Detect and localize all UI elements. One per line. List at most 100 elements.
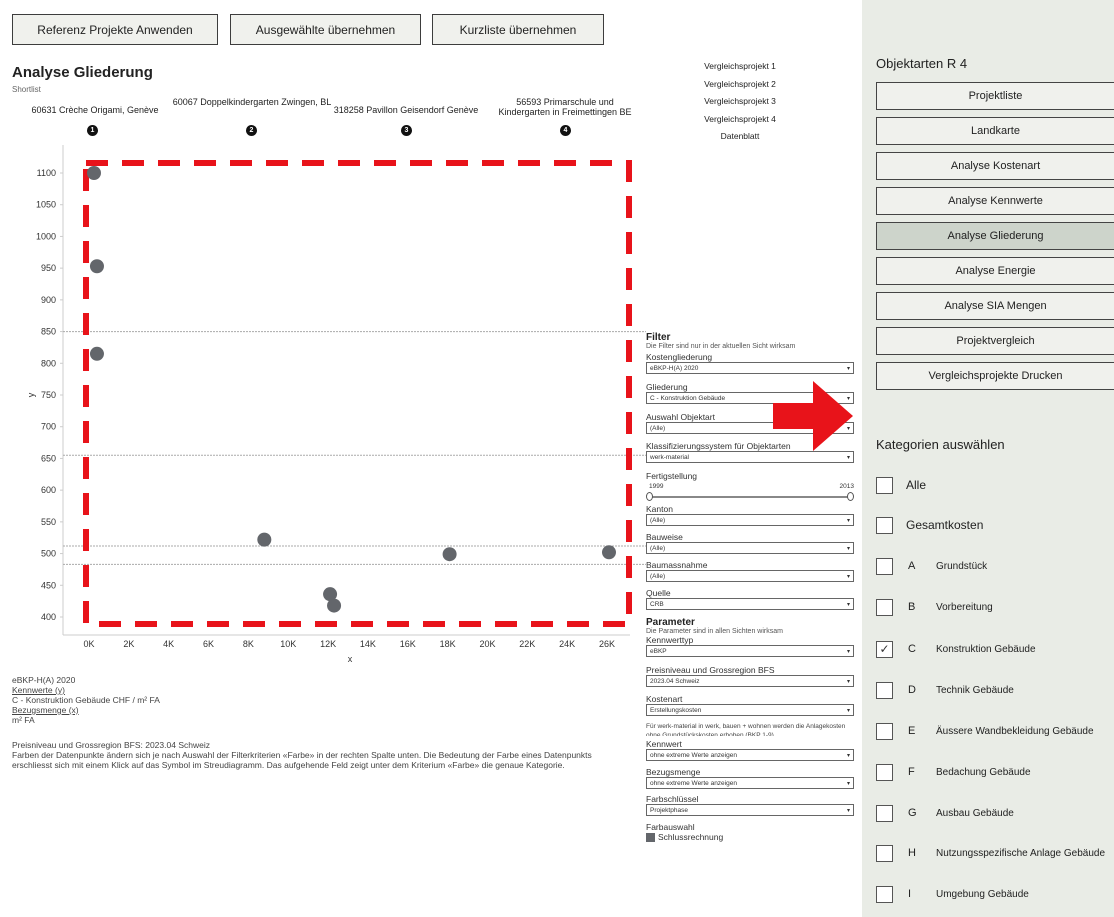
farbschluessel-select[interactable]: Projektphase ▾	[646, 804, 854, 816]
slider-handle-max[interactable]	[847, 492, 854, 501]
checkbox-gesamtkosten[interactable]	[876, 516, 893, 534]
analyse-gliederung-button[interactable]: Analyse Gliederung	[876, 222, 1114, 250]
kennwert-value: ohne extreme Werte anzeigen	[650, 751, 737, 759]
preisniveau-select[interactable]: 2023.04 Schweiz ▾	[646, 675, 854, 687]
analyse-energie-button[interactable]: Analyse Energie	[876, 257, 1114, 285]
quelle-label: Quelle	[646, 588, 671, 598]
kostengliederung-select[interactable]: eBKP-H(A) 2020 ▾	[646, 362, 854, 374]
checkbox-e[interactable]	[876, 722, 893, 740]
preisniveau-label: Preisniveau und Grossregion BFS	[646, 665, 775, 675]
y-tick-label: 650	[41, 453, 56, 463]
y-tick-label: 800	[41, 358, 56, 368]
checkbox-i[interactable]	[876, 885, 893, 903]
bauweise-select[interactable]: (Alle) ▾	[646, 542, 854, 554]
y-tick-label: 450	[41, 580, 56, 590]
category-e[interactable]: E Äussere Wandbekleidung Gebäude	[876, 721, 1106, 741]
category-d[interactable]: D Technik Gebäude	[876, 680, 1106, 700]
chart-info-2: Preisniveau und Grossregion BFS: 2023.04…	[12, 740, 632, 770]
chevron-down-icon: ▾	[846, 573, 850, 580]
slider-handle-min[interactable]	[646, 492, 653, 501]
x-tick-label: 14K	[360, 639, 376, 649]
werk-material-note: Für werk-material in werk, bauen + wohne…	[646, 723, 846, 736]
vergleichsprojekte-drucken-button[interactable]: Vergleichsprojekte Drucken	[876, 362, 1114, 390]
analyse-kennwerte-button[interactable]: Analyse Kennwerte	[876, 187, 1114, 215]
data-point[interactable]	[442, 547, 457, 562]
category-alle[interactable]: Alle	[876, 475, 1106, 495]
kennwerttyp-select[interactable]: eBKP ▾	[646, 645, 854, 657]
checkbox-alle[interactable]	[876, 476, 893, 494]
fertigstellung-max: 2013	[839, 483, 854, 490]
chevron-down-icon: ▾	[846, 454, 850, 461]
analyse-sia-mengen-button[interactable]: Analyse SIA Mengen	[876, 292, 1114, 320]
y-tick-label: 1100	[37, 168, 56, 178]
gliederung-value: C - Konstruktion Gebäude	[650, 394, 726, 402]
farbauswahl-legend-item[interactable]: Schlussrechnung	[646, 832, 854, 842]
info-kennwerte-value: C - Konstruktion Gebäude CHF / m² FA	[12, 695, 160, 705]
data-point[interactable]	[89, 346, 104, 361]
selection-rectangle	[83, 160, 632, 627]
kennwert-select[interactable]: ohne extreme Werte anzeigen ▾	[646, 749, 854, 761]
data-point[interactable]	[327, 598, 342, 613]
filter-title: Filter	[646, 332, 671, 343]
info-bezugsmenge-heading: Bezugsmenge (x)	[12, 705, 79, 715]
quelle-value: CRB	[650, 600, 664, 608]
data-point[interactable]	[601, 545, 616, 560]
baumassnahme-select[interactable]: (Alle) ▾	[646, 570, 854, 582]
y-tick-label: 900	[41, 295, 56, 305]
category-b[interactable]: B Vorbereitung	[876, 597, 1106, 617]
chevron-down-icon: ▾	[846, 601, 850, 608]
category-c-label: Konstruktion Gebäude	[936, 643, 1036, 655]
x-tick-label: 24K	[559, 639, 575, 649]
klassifizierung-select[interactable]: werk-material ▾	[646, 451, 854, 463]
checkbox-c[interactable]: ✓	[876, 640, 893, 658]
kostenart-value: Erstellungskosten	[650, 706, 702, 714]
checkbox-g[interactable]	[876, 804, 893, 822]
category-a[interactable]: A Grundstück	[876, 556, 1106, 576]
x-tick-label: 2K	[123, 639, 134, 649]
checkbox-f[interactable]	[876, 763, 893, 781]
category-c[interactable]: ✓ C Konstruktion Gebäude	[876, 639, 1106, 659]
y-tick-label: 600	[41, 485, 56, 495]
category-g[interactable]: G Ausbau Gebäude	[876, 803, 1106, 823]
checkbox-a[interactable]	[876, 557, 893, 575]
quelle-select[interactable]: CRB ▾	[646, 598, 854, 610]
sidebar: Objektarten R 4 Projektliste Landkarte A…	[862, 0, 1114, 917]
info-bezugsmenge-value: m² FA	[12, 715, 35, 725]
chevron-down-icon: ▾	[846, 752, 850, 759]
checkbox-b[interactable]	[876, 598, 893, 616]
chevron-down-icon: ▾	[846, 545, 850, 552]
y-tick-label: 500	[41, 549, 56, 559]
x-tick-label: 6K	[203, 639, 214, 649]
bauweise-label: Bauweise	[646, 532, 683, 542]
x-tick-label: 22K	[519, 639, 535, 649]
kanton-select[interactable]: (Alle) ▾	[646, 514, 854, 526]
analyse-kostenart-button[interactable]: Analyse Kostenart	[876, 152, 1114, 180]
category-gesamtkosten[interactable]: Gesamtkosten	[876, 515, 1106, 535]
parameter-title: Parameter	[646, 617, 695, 628]
y-tick-label: 1050	[36, 200, 56, 210]
checkbox-d[interactable]	[876, 681, 893, 699]
kanton-label: Kanton	[646, 504, 673, 514]
category-f[interactable]: F Bedachung Gebäude	[876, 762, 1106, 782]
fertigstellung-slider[interactable]: 1999 2013	[646, 481, 854, 503]
data-point[interactable]	[86, 166, 101, 180]
kennwerttyp-label: Kennwerttyp	[646, 635, 694, 645]
color-swatch	[646, 832, 655, 842]
category-a-label: Grundstück	[936, 560, 988, 572]
farbauswahl-label: Farbauswahl	[646, 822, 695, 832]
preisniveau-value: 2023.04 Schweiz	[650, 677, 700, 685]
projektliste-button[interactable]: Projektliste	[876, 82, 1114, 110]
category-h[interactable]: H Nutzungsspezifische Anlage Gebäude	[876, 843, 1114, 863]
kostenart-select[interactable]: Erstellungskosten ▾	[646, 704, 854, 716]
x-axis-label: x	[348, 654, 353, 664]
chevron-down-icon: ▾	[846, 517, 850, 524]
projektvergleich-button[interactable]: Projektvergleich	[876, 327, 1114, 355]
category-e-code: E	[908, 725, 916, 737]
data-point[interactable]	[257, 532, 272, 547]
info-kennwerte-heading: Kennwerte (y)	[12, 685, 65, 695]
category-i[interactable]: I Umgebung Gebäude	[876, 884, 1106, 904]
bezugsmenge-select[interactable]: ohne extreme Werte anzeigen ▾	[646, 777, 854, 789]
data-point[interactable]	[89, 259, 104, 274]
landkarte-button[interactable]: Landkarte	[876, 117, 1114, 145]
checkbox-h[interactable]	[876, 844, 893, 862]
